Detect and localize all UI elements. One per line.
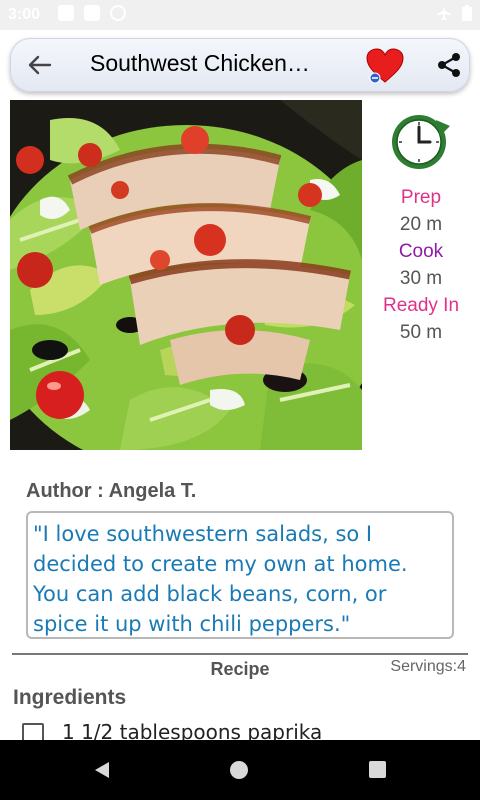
toolbar-container: Southwest Chicken… xyxy=(0,30,480,100)
sd-card-icon xyxy=(84,5,100,21)
nav-home-icon[interactable] xyxy=(230,761,248,779)
recipe-photo xyxy=(10,100,362,450)
status-bar: 3:00 xyxy=(0,0,480,30)
section-divider xyxy=(12,653,468,655)
nav-recent-icon[interactable] xyxy=(369,761,386,778)
salad-image xyxy=(10,100,362,450)
page-title: Southwest Chicken… xyxy=(90,50,310,76)
nav-back-icon[interactable] xyxy=(92,760,112,780)
airplane-icon xyxy=(437,6,451,21)
status-time: 3:00 xyxy=(8,6,41,23)
ready-in-value: 50 m xyxy=(399,322,443,343)
battery-icon xyxy=(462,5,472,21)
ready-in-label: Ready In xyxy=(382,295,460,316)
author-label: Author : Angela T. xyxy=(26,480,197,502)
timing-panel: Prep 20 m Cook 30 m Ready In 50 m xyxy=(372,104,470,346)
status-icons-left xyxy=(58,5,126,21)
clock-icon xyxy=(392,115,450,169)
cook-label: Cook xyxy=(398,241,444,262)
prep-label: Prep xyxy=(400,187,442,208)
message-icon xyxy=(58,5,74,21)
sync-icon xyxy=(110,5,126,21)
share-icon[interactable] xyxy=(435,51,463,79)
heart-favorite-icon[interactable] xyxy=(365,46,405,86)
ingredients-heading: Ingredients xyxy=(13,686,127,709)
system-nav-bar xyxy=(0,740,480,800)
servings-label: Servings:4 xyxy=(390,658,466,675)
arrow-back-icon[interactable] xyxy=(26,51,54,79)
app-toolbar: Southwest Chicken… xyxy=(10,38,470,92)
recipe-description: "I love southwestern salads, so I decide… xyxy=(26,511,454,639)
status-icons-right xyxy=(436,5,472,21)
cook-value: 30 m xyxy=(399,268,443,289)
prep-value: 20 m xyxy=(399,214,443,235)
